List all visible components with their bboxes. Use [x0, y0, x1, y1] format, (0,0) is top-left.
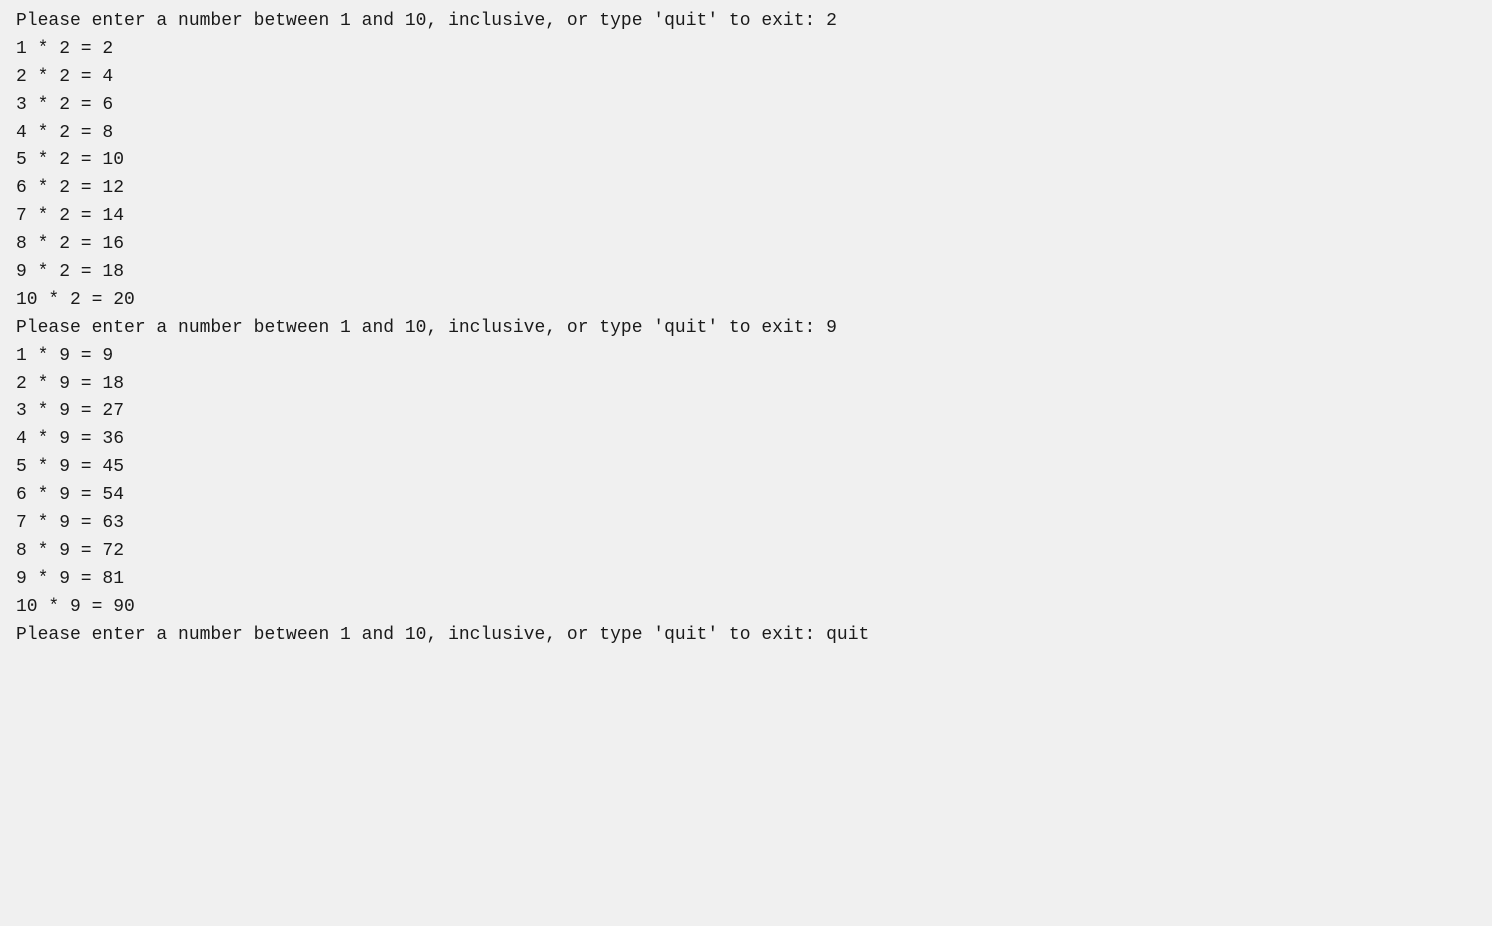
terminal-line: 6 * 2 = 12: [16, 175, 1476, 203]
terminal-line: Please enter a number between 1 and 10, …: [16, 315, 1476, 343]
terminal-line: 4 * 2 = 8: [16, 120, 1476, 148]
terminal-line: 2 * 9 = 18: [16, 371, 1476, 399]
terminal-line: 1 * 9 = 9: [16, 343, 1476, 371]
terminal-line: 9 * 9 = 81: [16, 566, 1476, 594]
terminal-line: Please enter a number between 1 and 10, …: [16, 622, 1476, 650]
terminal-line: 6 * 9 = 54: [16, 482, 1476, 510]
terminal-line: 9 * 2 = 18: [16, 259, 1476, 287]
terminal-output: Please enter a number between 1 and 10, …: [16, 8, 1476, 649]
terminal-line: 3 * 9 = 27: [16, 398, 1476, 426]
terminal-line: 10 * 9 = 90: [16, 594, 1476, 622]
terminal-line: 7 * 9 = 63: [16, 510, 1476, 538]
terminal-line: 4 * 9 = 36: [16, 426, 1476, 454]
terminal-line: 7 * 2 = 14: [16, 203, 1476, 231]
terminal-line: 3 * 2 = 6: [16, 92, 1476, 120]
terminal-line: 5 * 9 = 45: [16, 454, 1476, 482]
terminal-line: 8 * 9 = 72: [16, 538, 1476, 566]
terminal-line: 1 * 2 = 2: [16, 36, 1476, 64]
terminal-line: 5 * 2 = 10: [16, 147, 1476, 175]
terminal-line: 8 * 2 = 16: [16, 231, 1476, 259]
terminal-line: 2 * 2 = 4: [16, 64, 1476, 92]
terminal-line: Please enter a number between 1 and 10, …: [16, 8, 1476, 36]
terminal-line: 10 * 2 = 20: [16, 287, 1476, 315]
